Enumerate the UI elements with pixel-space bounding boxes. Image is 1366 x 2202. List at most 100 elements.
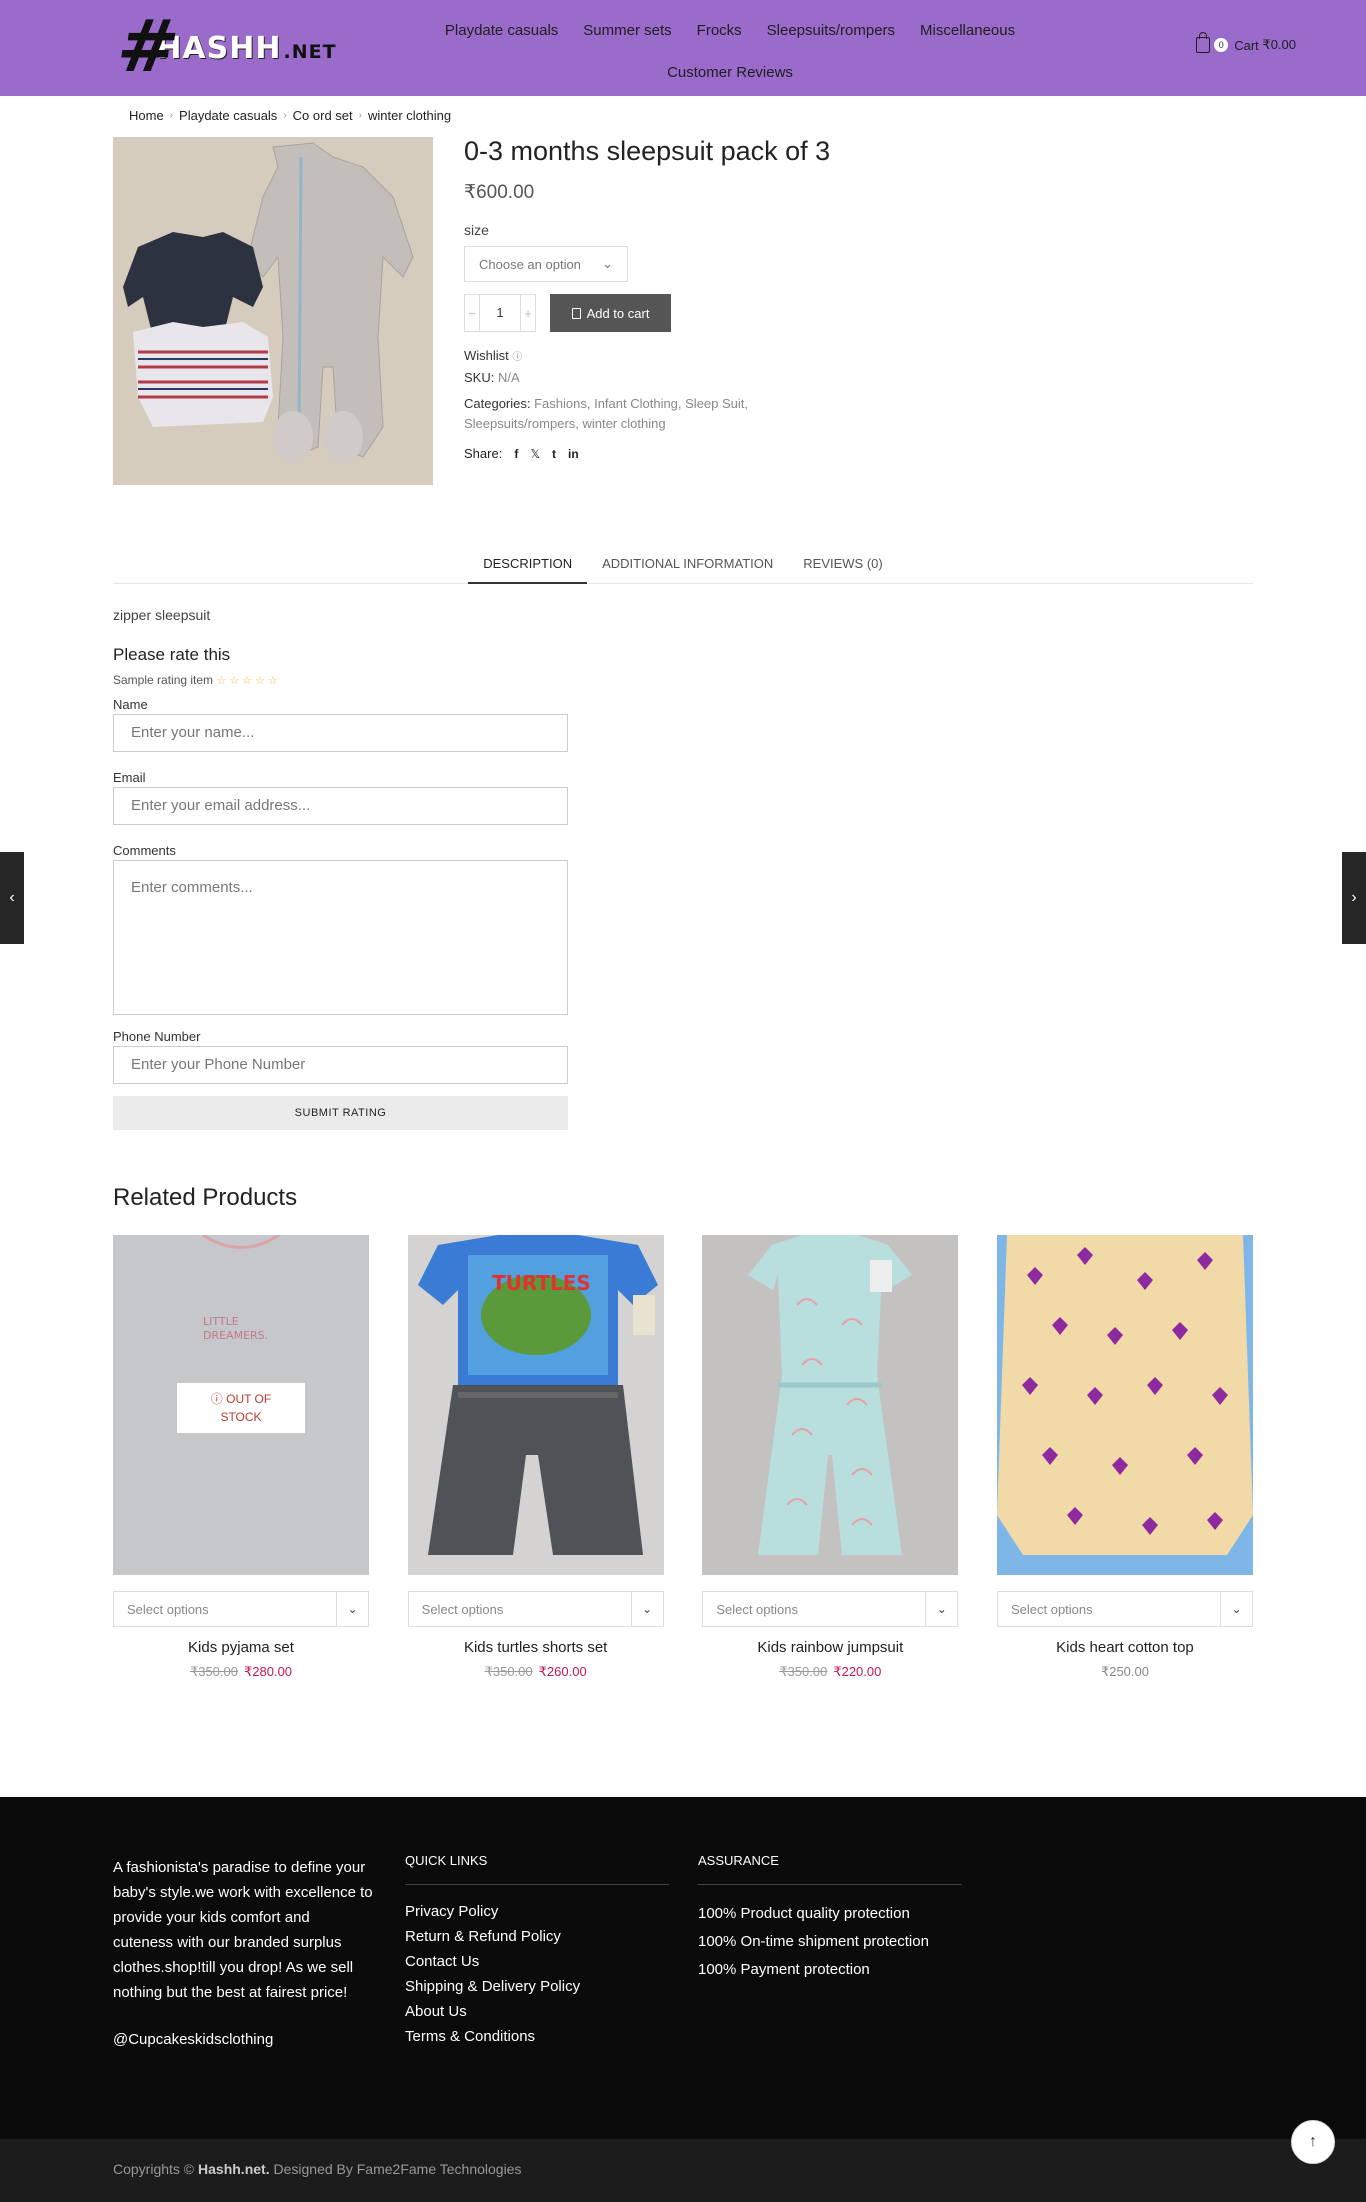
product-card-name[interactable]: Kids turtles shorts set bbox=[408, 1639, 664, 1656]
breadcrumb-home[interactable]: Home bbox=[129, 108, 164, 123]
chevron-down-icon: ⌄ bbox=[336, 1592, 368, 1626]
prev-product-arrow[interactable]: ‹ bbox=[0, 852, 24, 944]
phone-label: Phone Number bbox=[113, 1029, 201, 1044]
next-product-arrow[interactable]: › bbox=[1342, 852, 1366, 944]
svg-text:DREAMERS.: DREAMERS. bbox=[203, 1329, 268, 1342]
breadcrumb: Home › Playdate casuals › Co ord set › w… bbox=[129, 108, 451, 123]
chevron-right-icon: › bbox=[169, 110, 174, 121]
product-card-image[interactable]: TURTLES bbox=[407, 1235, 664, 1575]
site-logo[interactable]: # HASHH .NET bbox=[112, 4, 337, 88]
nav-miscellaneous[interactable]: Miscellaneous bbox=[908, 14, 1028, 56]
add-to-cart-label: Add to cart bbox=[586, 305, 650, 321]
breadcrumb-current: winter clothing bbox=[367, 108, 452, 123]
tab-reviews[interactable]: REVIEWS (0) bbox=[788, 552, 897, 584]
nav-frocks[interactable]: Frocks bbox=[684, 14, 754, 56]
product-image[interactable] bbox=[113, 137, 433, 485]
product-tabs: DESCRIPTION ADDITIONAL INFORMATION REVIE… bbox=[113, 552, 1253, 584]
x-twitter-icon[interactable]: 𝕏 bbox=[530, 447, 540, 461]
product-card: LITTLE DREAMERS. ⓘ OUT OF STOCK Select o… bbox=[113, 1235, 369, 1680]
product-card: TURTLES Select options ⌄ Kids turtles sh… bbox=[407, 1235, 664, 1680]
chevron-left-icon: ‹ bbox=[9, 889, 15, 906]
size-label: size bbox=[464, 222, 489, 238]
nav-sleepsuits-rompers[interactable]: Sleepsuits/rompers bbox=[754, 14, 907, 56]
qty-minus-button[interactable]: − bbox=[465, 306, 479, 321]
footer-link-shipping-delivery[interactable]: Shipping & Delivery Policy bbox=[405, 1974, 669, 1999]
chevron-right-icon: › bbox=[1351, 889, 1357, 906]
phone-input[interactable]: Enter your Phone Number bbox=[113, 1046, 568, 1084]
info-icon: ⓘ bbox=[210, 1392, 223, 1406]
breadcrumb-co-ord-set[interactable]: Co ord set bbox=[293, 108, 353, 123]
assurance-item: 100% Product quality protection bbox=[698, 1905, 910, 1922]
categories-links[interactable]: Fashions, Infant Clothing, Sleep Suit, bbox=[534, 396, 748, 411]
product-card-image[interactable]: LITTLE DREAMERS. ⓘ OUT OF STOCK bbox=[113, 1235, 369, 1575]
footer-link-about-us[interactable]: About Us bbox=[405, 1999, 669, 2024]
wishlist-link[interactable]: Wishlist ⓘ bbox=[464, 346, 830, 368]
submit-rating-button[interactable]: SUBMIT RATING bbox=[113, 1096, 568, 1130]
add-to-cart-button[interactable]: Add to cart bbox=[550, 294, 671, 332]
share-row: Share: f 𝕏 t in bbox=[464, 446, 830, 461]
back-to-top-button[interactable]: ↑ bbox=[1291, 2120, 1335, 2164]
footer-link-privacy-policy[interactable]: Privacy Policy bbox=[405, 1899, 669, 1924]
quick-links-title: QUICK LINKS bbox=[405, 1853, 669, 1885]
star-rating-icons[interactable]: ☆☆☆☆☆ bbox=[216, 675, 280, 687]
product-card-price: ₹350.00 ₹280.00 bbox=[189, 1664, 293, 1679]
name-input[interactable]: Enter your name... bbox=[113, 714, 568, 752]
assurance-title: ASSURANCE bbox=[698, 1853, 962, 1885]
product-card-name[interactable]: Kids pyjama set bbox=[113, 1639, 369, 1656]
email-input[interactable]: Enter your email address... bbox=[113, 787, 568, 825]
svg-text:LITTLE: LITTLE bbox=[203, 1315, 239, 1328]
sku-row: SKU: N/A bbox=[464, 370, 520, 385]
rating-form: Please rate this Sample rating item ☆☆☆☆… bbox=[113, 645, 568, 1130]
footer-quick-links: QUICK LINKS Privacy Policy Return & Refu… bbox=[405, 1853, 669, 2049]
product-title: 0-3 months sleepsuit pack of 3 bbox=[464, 136, 831, 166]
footer-link-return-refund[interactable]: Return & Refund Policy bbox=[405, 1924, 669, 1949]
site-header: # HASHH .NET Playdate casuals Summer sets… bbox=[0, 0, 1366, 96]
select-options-dropdown[interactable]: Select options ⌄ bbox=[996, 1591, 1253, 1627]
product-card-name[interactable]: Kids heart cotton top bbox=[997, 1639, 1253, 1656]
name-label: Name bbox=[113, 697, 148, 712]
product-description: zipper sleepsuit bbox=[113, 607, 211, 623]
tab-description[interactable]: DESCRIPTION bbox=[468, 552, 588, 584]
footer-social-handle[interactable]: @Cupcakeskidsclothing bbox=[113, 2027, 373, 2052]
assurance-item: 100% Payment protection bbox=[698, 1961, 870, 1978]
tab-additional-information[interactable]: ADDITIONAL INFORMATION bbox=[587, 552, 788, 584]
product-card-price: ₹250.00 bbox=[1100, 1664, 1149, 1679]
select-options-dropdown[interactable]: Select options ⌄ bbox=[113, 1591, 369, 1627]
sample-rating-row: Sample rating item ☆☆☆☆☆ bbox=[113, 673, 281, 687]
product-card: Select options ⌄ Kids rainbow jumpsuit ₹… bbox=[702, 1235, 959, 1680]
assurance-item: 100% On-time shipment protection bbox=[698, 1933, 929, 1950]
logo-hash: # bbox=[112, 4, 185, 88]
share-label: Share: bbox=[464, 446, 503, 461]
copyright-brand[interactable]: Hashh.net. bbox=[198, 2161, 270, 2177]
nav-playdate-casuals[interactable]: Playdate casuals bbox=[432, 14, 570, 56]
cart-link[interactable]: 0 Cart ₹0.00 bbox=[1196, 32, 1296, 53]
facebook-icon[interactable]: f bbox=[514, 447, 518, 461]
qty-input[interactable]: 1 bbox=[479, 295, 521, 331]
comments-textarea[interactable]: Enter comments... bbox=[113, 860, 568, 1015]
select-options-dropdown[interactable]: Select options ⌄ bbox=[702, 1591, 959, 1627]
footer-link-terms-conditions[interactable]: Terms & Conditions bbox=[405, 2024, 669, 2049]
product-card-price: ₹350.00 ₹220.00 bbox=[779, 1664, 882, 1679]
product-card-name[interactable]: Kids rainbow jumpsuit bbox=[702, 1639, 958, 1656]
chevron-right-icon: › bbox=[358, 110, 362, 121]
product-price: ₹600.00 bbox=[464, 182, 535, 203]
related-products-grid: LITTLE DREAMERS. ⓘ OUT OF STOCK Select o… bbox=[113, 1235, 1253, 1680]
comments-label: Comments bbox=[113, 843, 176, 858]
qty-plus-button[interactable]: + bbox=[521, 306, 535, 321]
quantity-stepper[interactable]: − 1 + bbox=[464, 294, 536, 332]
copyright-bar: Copyrights © Hashh.net. Designed By Fame… bbox=[0, 2139, 1366, 2202]
breadcrumb-playdate-casuals[interactable]: Playdate casuals bbox=[179, 108, 277, 123]
linkedin-icon[interactable]: in bbox=[568, 447, 579, 461]
footer-link-contact-us[interactable]: Contact Us bbox=[405, 1949, 669, 1974]
cart-count-badge: 0 bbox=[1214, 38, 1229, 52]
size-select[interactable]: Choose an option ⌄ bbox=[464, 246, 628, 282]
footer-about-text: A fashionista's paradise to define your … bbox=[113, 1859, 373, 2001]
product-card-image[interactable] bbox=[996, 1235, 1253, 1575]
product-card-image[interactable] bbox=[702, 1235, 959, 1575]
select-options-dropdown[interactable]: Select options ⌄ bbox=[407, 1591, 664, 1627]
categories-links-2[interactable]: Sleepsuits/rompers, winter clothing bbox=[464, 414, 830, 434]
nav-summer-sets[interactable]: Summer sets bbox=[571, 14, 684, 56]
nav-customer-reviews[interactable]: Customer Reviews bbox=[655, 56, 806, 98]
tumblr-icon[interactable]: t bbox=[552, 447, 556, 461]
site-footer: A fashionista's paradise to define your … bbox=[0, 1797, 1366, 2139]
